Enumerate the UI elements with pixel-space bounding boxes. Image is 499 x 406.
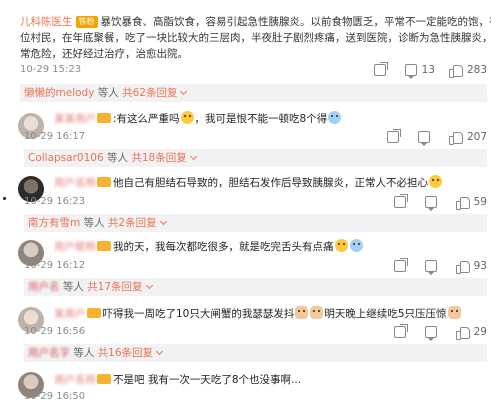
comment-meta: 10-29 16:23 59 xyxy=(24,194,499,211)
emoji-icon xyxy=(295,306,309,319)
like-button[interactable]: 29 xyxy=(455,324,487,340)
share-icon xyxy=(393,258,408,272)
reply-text: 等人 xyxy=(97,87,119,99)
comment-button[interactable] xyxy=(424,326,442,341)
emoji-icon xyxy=(447,306,461,319)
vip-icon xyxy=(97,241,111,251)
emoji-icon xyxy=(328,111,342,124)
emoji-icon xyxy=(334,239,348,252)
post-text-line1: 暴饮暴食、高脂饮食，容易引起急性胰腺炎。以前食物匮乏，平常不一定能吃的饱，有 xyxy=(100,16,492,28)
post-text-line2: 位村民，在年底聚餐，吃了一块比较大的三层肉，半夜肚子剧烈疼痛，送到医院，诊断为急… xyxy=(20,32,491,44)
comment-text: 用户昵称 我的天，我每次都吃很多，就是吃完舌头有点痛 xyxy=(54,239,487,255)
share-button[interactable] xyxy=(373,62,391,76)
chevron-down-icon xyxy=(180,87,188,96)
fan-badge: 铁粉 xyxy=(75,16,98,28)
like-icon xyxy=(455,326,470,340)
like-icon xyxy=(448,131,463,145)
reply-summary[interactable]: Collapsar0106 等人 共18条回复 xyxy=(24,149,487,167)
vip-icon xyxy=(86,308,101,318)
comment-author[interactable]: 用户名称 xyxy=(54,374,96,386)
emoji-icon xyxy=(310,306,324,319)
post-actions: 13 283 xyxy=(360,62,487,79)
post-body: 儿科陈医生 铁粉 暴饮暴食、高脂饮食，容易引起急性胰腺炎。以前食物匮乏，平常不一定能… xyxy=(20,14,491,62)
comment-count: 13 xyxy=(421,64,435,76)
comment-button[interactable] xyxy=(424,260,442,275)
comment-meta: 10-29 16:50 xyxy=(24,389,499,405)
comment-time: 10-29 16:50 xyxy=(24,391,86,402)
like-count: 59 xyxy=(473,196,487,208)
share-icon xyxy=(386,129,401,143)
comment-button[interactable] xyxy=(424,196,442,211)
chevron-down-icon xyxy=(159,217,167,226)
reply-summary[interactable]: 用户名字 等人 共16条回复 xyxy=(24,344,487,362)
comment-author[interactable]: 某某用户 xyxy=(54,113,96,125)
emoji-icon xyxy=(349,239,363,252)
like-count: 93 xyxy=(473,260,487,272)
comment-time: 10-29 16:17 xyxy=(24,131,86,142)
like-icon xyxy=(448,64,463,78)
share-button[interactable] xyxy=(386,129,404,143)
comment-icon xyxy=(424,326,437,341)
share-button[interactable] xyxy=(393,258,411,272)
post-time: 10-29 15:23 xyxy=(20,64,82,75)
post-meta: 10-29 15:23 13 283 xyxy=(20,62,499,79)
vip-icon xyxy=(97,374,111,384)
reply-count[interactable]: 共62条回复 xyxy=(122,87,177,99)
reply-user[interactable]: Collapsar0106 xyxy=(28,152,104,164)
bullet xyxy=(3,197,6,200)
comment-icon xyxy=(424,260,437,275)
chevron-down-icon xyxy=(189,152,197,161)
like-count: 283 xyxy=(466,64,487,76)
comment-time: 10-29 16:23 xyxy=(24,196,86,207)
comment-text: 用户名称 他自己有胆结石导致的，胆结石发作后导致胰腺炎，正常人不必担心 xyxy=(54,175,487,191)
comment-icon xyxy=(424,196,437,211)
like-button[interactable]: 59 xyxy=(455,194,487,210)
comment-meta: 10-29 16:56 29 xyxy=(24,324,499,341)
chevron-down-icon xyxy=(145,281,153,290)
comment-author[interactable]: 用户名称 xyxy=(54,177,96,189)
comment-time: 10-29 16:56 xyxy=(24,326,86,337)
comment-author[interactable]: 用户昵称 xyxy=(54,241,96,253)
chevron-down-icon xyxy=(156,347,164,356)
reply-user[interactable]: 用户名 xyxy=(28,281,60,293)
reply-summary[interactable]: 用户名 等人 共17条回复 xyxy=(24,278,487,296)
vip-icon xyxy=(97,177,111,187)
post-author[interactable]: 儿科陈医生 xyxy=(20,16,73,28)
emoji-icon xyxy=(180,111,194,124)
like-button[interactable]: 283 xyxy=(448,62,487,78)
like-button[interactable]: 207 xyxy=(448,129,487,145)
vip-icon xyxy=(97,113,111,123)
reply-summary[interactable]: 南方有雪m 等人 共2条回复 xyxy=(24,214,487,232)
reply-user[interactable]: 用户名字 xyxy=(28,347,70,359)
comment-text: 某用户 吓得我一周吃了10只大闸蟹的我瑟瑟发抖 明天晚上继续吃5只压压惊 xyxy=(54,306,487,322)
comment-button[interactable] xyxy=(417,131,435,146)
comment-meta: 10-29 16:17 207 xyxy=(24,129,499,146)
comment-icon xyxy=(404,64,417,79)
comment-meta: 10-29 16:12 93 xyxy=(24,258,499,275)
comment-button[interactable]: 13 xyxy=(404,62,435,79)
like-icon xyxy=(455,196,470,210)
like-count: 29 xyxy=(473,326,487,338)
share-button[interactable] xyxy=(393,194,411,208)
comment-time: 10-29 16:12 xyxy=(24,260,86,271)
share-icon xyxy=(393,324,408,338)
reply-summary[interactable]: 懒懒的melody 等人 共62条回复 xyxy=(20,84,487,102)
emoji-icon xyxy=(429,175,442,188)
comment-author[interactable]: 某用户 xyxy=(54,308,86,320)
post-text-line3: 常危险，还好经过治疗，治愈出院。 xyxy=(20,48,188,60)
like-count: 207 xyxy=(466,131,487,143)
reply-user[interactable]: 懒懒的melody xyxy=(24,87,94,99)
like-button[interactable]: 93 xyxy=(455,258,487,274)
share-icon xyxy=(373,62,388,76)
comment-text: 某某用户:有这么严重吗 ，我可是恨不能一顿吃8个得 xyxy=(54,111,487,127)
comment-icon xyxy=(417,131,430,146)
like-icon xyxy=(455,260,470,274)
comment-text: 用户名称 不是吧 我有一次一天吃了8个也没事啊... xyxy=(54,374,302,386)
share-button[interactable] xyxy=(393,324,411,338)
reply-user[interactable]: 南方有雪m xyxy=(28,217,80,229)
share-icon xyxy=(393,194,408,208)
